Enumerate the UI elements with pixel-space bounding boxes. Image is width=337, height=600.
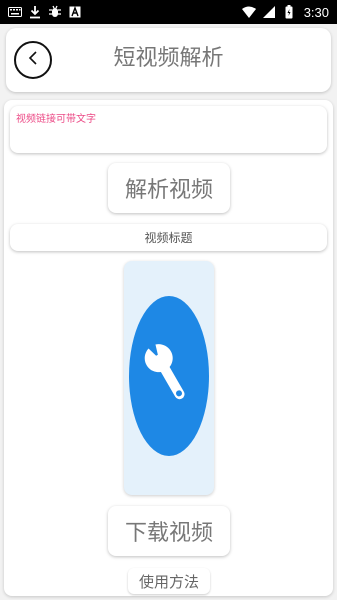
keyboard-icon	[8, 5, 22, 19]
battery-icon	[282, 5, 296, 19]
video-title-field: 视频标题	[10, 224, 327, 251]
status-bar-left	[8, 5, 82, 19]
download-icon	[28, 5, 42, 19]
usage-instructions-button[interactable]: 使用方法	[128, 568, 210, 594]
wifi-icon	[241, 5, 256, 19]
download-video-button[interactable]: 下载视频	[108, 506, 230, 556]
page-title: 短视频解析	[113, 46, 224, 71]
bug-icon	[48, 5, 62, 19]
header-bar: 短视频解析	[6, 28, 331, 92]
video-thumbnail	[124, 261, 214, 495]
wrench-logo-icon	[127, 291, 211, 465]
video-url-input[interactable]	[10, 106, 327, 153]
main-content: 解析视频 视频标题 下载视频 使用方法	[4, 100, 333, 596]
parse-video-button[interactable]: 解析视频	[108, 163, 230, 213]
signal-icon	[262, 5, 276, 19]
status-bar: 3:30	[0, 0, 337, 24]
status-time: 3:30	[303, 4, 329, 20]
text-a-icon	[68, 5, 82, 19]
status-bar-right: 3:30	[241, 4, 329, 20]
